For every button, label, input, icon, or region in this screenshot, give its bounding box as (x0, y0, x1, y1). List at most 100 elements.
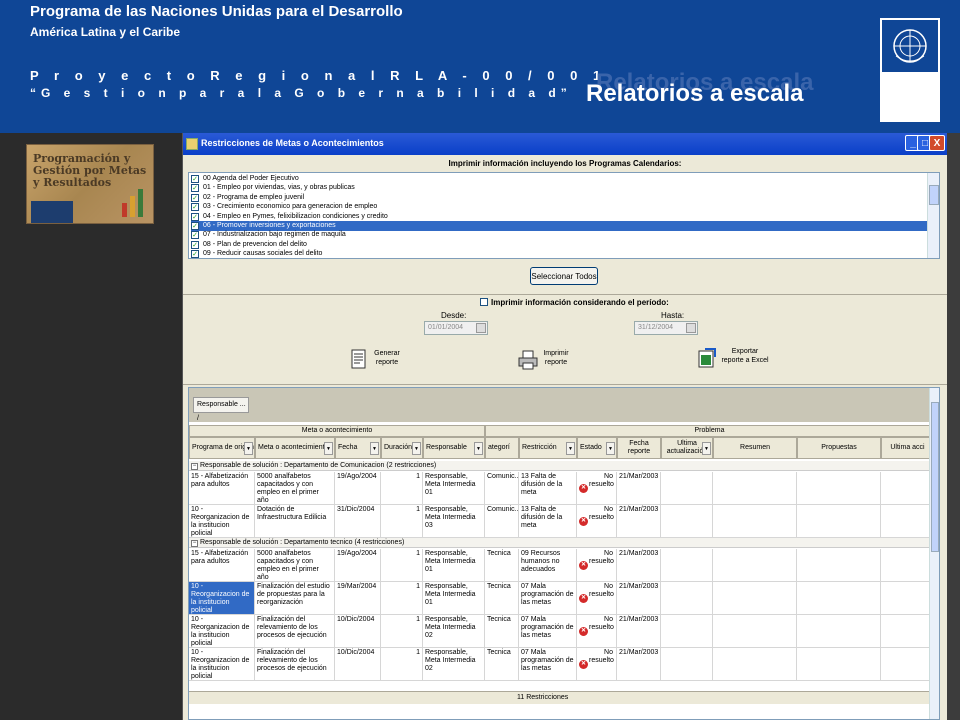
program-checkbox[interactable]: ✓ (191, 193, 199, 202)
table-row[interactable]: 15 - Alfabetización para adultos 5000 ana… (189, 549, 934, 582)
program-checkbox[interactable]: ✓ (191, 222, 199, 230)
table-cell[interactable] (797, 582, 881, 615)
table-cell[interactable] (797, 549, 881, 582)
table-cell[interactable]: 1 (381, 648, 423, 681)
window-titlebar[interactable]: Restricciones de Metas o Acontecimientos… (183, 133, 947, 155)
table-cell[interactable]: 1 (381, 472, 423, 505)
program-checkbox[interactable]: ✓ (191, 240, 199, 249)
table-cell[interactable]: 15 - Alfabetización para adultos (189, 549, 255, 582)
program-checkbox[interactable]: ✓ (191, 250, 199, 258)
generate-report-button[interactable]: Generar reporte (349, 349, 402, 371)
table-cell[interactable]: 5000 analfabetos capacitados y con emple… (255, 472, 335, 505)
table-cell[interactable]: Dotación de Infraestructura Edilicia (255, 505, 335, 538)
table-cell[interactable] (713, 549, 797, 582)
programs-scroll-thumb[interactable] (929, 185, 939, 205)
table-cell[interactable]: Responsable, Meta Intermedia 02 (423, 615, 485, 648)
table-cell[interactable]: Tecnica (485, 615, 519, 648)
table-cell[interactable]: 1 (381, 549, 423, 582)
table-cell[interactable] (881, 472, 934, 505)
filter-dropdown-icon[interactable]: ▼ (566, 442, 575, 455)
table-cell[interactable]: 1 (381, 582, 423, 615)
print-report-button[interactable]: Imprimir reporte (518, 349, 571, 371)
table-cell[interactable] (881, 615, 934, 648)
table-cell[interactable]: 15 - Alfabetización para adultos (189, 472, 255, 505)
column-header[interactable]: Programa de origen ▼ (189, 437, 255, 459)
table-cell[interactable] (797, 615, 881, 648)
table-cell[interactable] (661, 615, 713, 648)
column-header[interactable]: Duración ▼ (381, 437, 423, 459)
table-cell[interactable]: 07 Mala programación de las metas (519, 615, 577, 648)
column-header[interactable]: Meta o acontecimiento ▼ (255, 437, 335, 459)
table-cell[interactable] (713, 615, 797, 648)
table-cell[interactable]: 13 Falta de difusión de la meta (519, 505, 577, 538)
table-cell[interactable]: 10 - Reorganizacion de la institucion po… (189, 582, 255, 615)
table-cell[interactable]: 10/Dic/2004 (335, 648, 381, 681)
column-header[interactable]: Propuestas (797, 437, 881, 459)
table-cell[interactable] (661, 549, 713, 582)
calendar-icon[interactable] (476, 323, 486, 333)
period-checkbox[interactable]: Imprimir información considerando el per… (480, 298, 669, 307)
filter-dropdown-icon[interactable]: ▼ (244, 442, 253, 455)
close-button[interactable]: X (929, 135, 945, 151)
group-by-chip[interactable]: Responsable ... / (193, 397, 249, 422)
table-cell[interactable]: Finalización del relevamiento de los pro… (255, 615, 335, 648)
table-cell[interactable]: 5000 analfabetos capacitados y con emple… (255, 549, 335, 582)
grid-scrollbar[interactable] (929, 388, 939, 719)
table-cell[interactable]: 1 (381, 615, 423, 648)
table-row[interactable]: 10 - Reorganizacion de la institucion po… (189, 505, 934, 538)
table-row[interactable]: 10 - Reorganizacion de la institucion po… (189, 582, 934, 615)
table-cell[interactable] (881, 648, 934, 681)
table-row[interactable]: 10 - Reorganizacion de la institucion po… (189, 615, 934, 648)
to-date-field[interactable]: 31/12/2004 (634, 321, 698, 335)
collapse-icon[interactable]: − (191, 463, 198, 470)
table-cell[interactable]: Responsable, Meta Intermedia 02 (423, 648, 485, 681)
table-cell[interactable]: 13 Falta de difusión de la meta (519, 472, 577, 505)
table-cell[interactable] (797, 505, 881, 538)
table-cell[interactable]: 10 - Reorganizacion de la institucion po… (189, 505, 255, 538)
table-cell[interactable]: 21/Mar/2003 (617, 472, 661, 505)
table-cell[interactable]: 10/Dic/2004 (335, 615, 381, 648)
column-header[interactable]: Fecha reporte (617, 437, 661, 459)
table-cell[interactable]: Finalización del estudio de propuestas p… (255, 582, 335, 615)
table-cell[interactable]: 31/Dic/2004 (335, 505, 381, 538)
program-checkbox[interactable]: ✓ (191, 203, 199, 212)
column-header[interactable]: Resumen (713, 437, 797, 459)
table-cell[interactable] (713, 648, 797, 681)
table-cell[interactable]: Responsable, Meta Intermedia 01 (423, 582, 485, 615)
period-checkbox-box[interactable] (480, 298, 488, 306)
table-cell[interactable]: 21/Mar/2003 (617, 549, 661, 582)
program-item[interactable]: ✓ 09 - Reducir causas sociales del delito (191, 249, 931, 258)
table-cell[interactable]: 1 (381, 505, 423, 538)
column-header[interactable]: Restricción ▼ (519, 437, 577, 459)
column-header[interactable]: Estado ▼ (577, 437, 617, 459)
table-cell[interactable]: 19/Mar/2004 (335, 582, 381, 615)
table-cell[interactable] (713, 582, 797, 615)
table-cell[interactable] (881, 549, 934, 582)
filter-dropdown-icon[interactable]: ▼ (370, 442, 379, 455)
table-cell[interactable]: 21/Mar/2003 (617, 582, 661, 615)
column-header[interactable]: Responsable ▼ (423, 437, 485, 459)
group-row[interactable]: − Responsable de solución : Departamento … (189, 538, 934, 548)
table-row[interactable]: 15 - Alfabetización para adultos 5000 ana… (189, 472, 934, 505)
column-header[interactable]: Ultima actualización ▼ (661, 437, 713, 459)
table-cell[interactable] (797, 472, 881, 505)
table-cell[interactable]: 07 Mala programación de las metas (519, 582, 577, 615)
program-checkbox[interactable]: ✓ (191, 231, 199, 240)
table-cell[interactable] (661, 648, 713, 681)
filter-dropdown-icon[interactable]: ▼ (702, 442, 711, 455)
column-header[interactable]: Fecha ▼ (335, 437, 381, 459)
table-cell[interactable]: Responsable, Meta Intermedia 03 (423, 505, 485, 538)
table-cell[interactable] (881, 582, 934, 615)
table-cell[interactable] (661, 472, 713, 505)
table-cell[interactable]: 19/Ago/2004 (335, 472, 381, 505)
table-cell[interactable] (713, 472, 797, 505)
program-checkbox[interactable]: ✓ (191, 212, 199, 221)
table-cell[interactable]: Responsable, Meta Intermedia 01 (423, 549, 485, 582)
collapse-icon[interactable]: − (191, 540, 198, 547)
table-cell[interactable]: Comunic... (485, 505, 519, 538)
table-cell[interactable] (661, 505, 713, 538)
filter-dropdown-icon[interactable]: ▼ (474, 442, 483, 455)
grid-scroll-thumb[interactable] (931, 402, 939, 552)
table-cell[interactable]: 21/Mar/2003 (617, 615, 661, 648)
restrictions-grid[interactable]: Responsable ... / Meta o acontecimiento … (188, 387, 940, 720)
